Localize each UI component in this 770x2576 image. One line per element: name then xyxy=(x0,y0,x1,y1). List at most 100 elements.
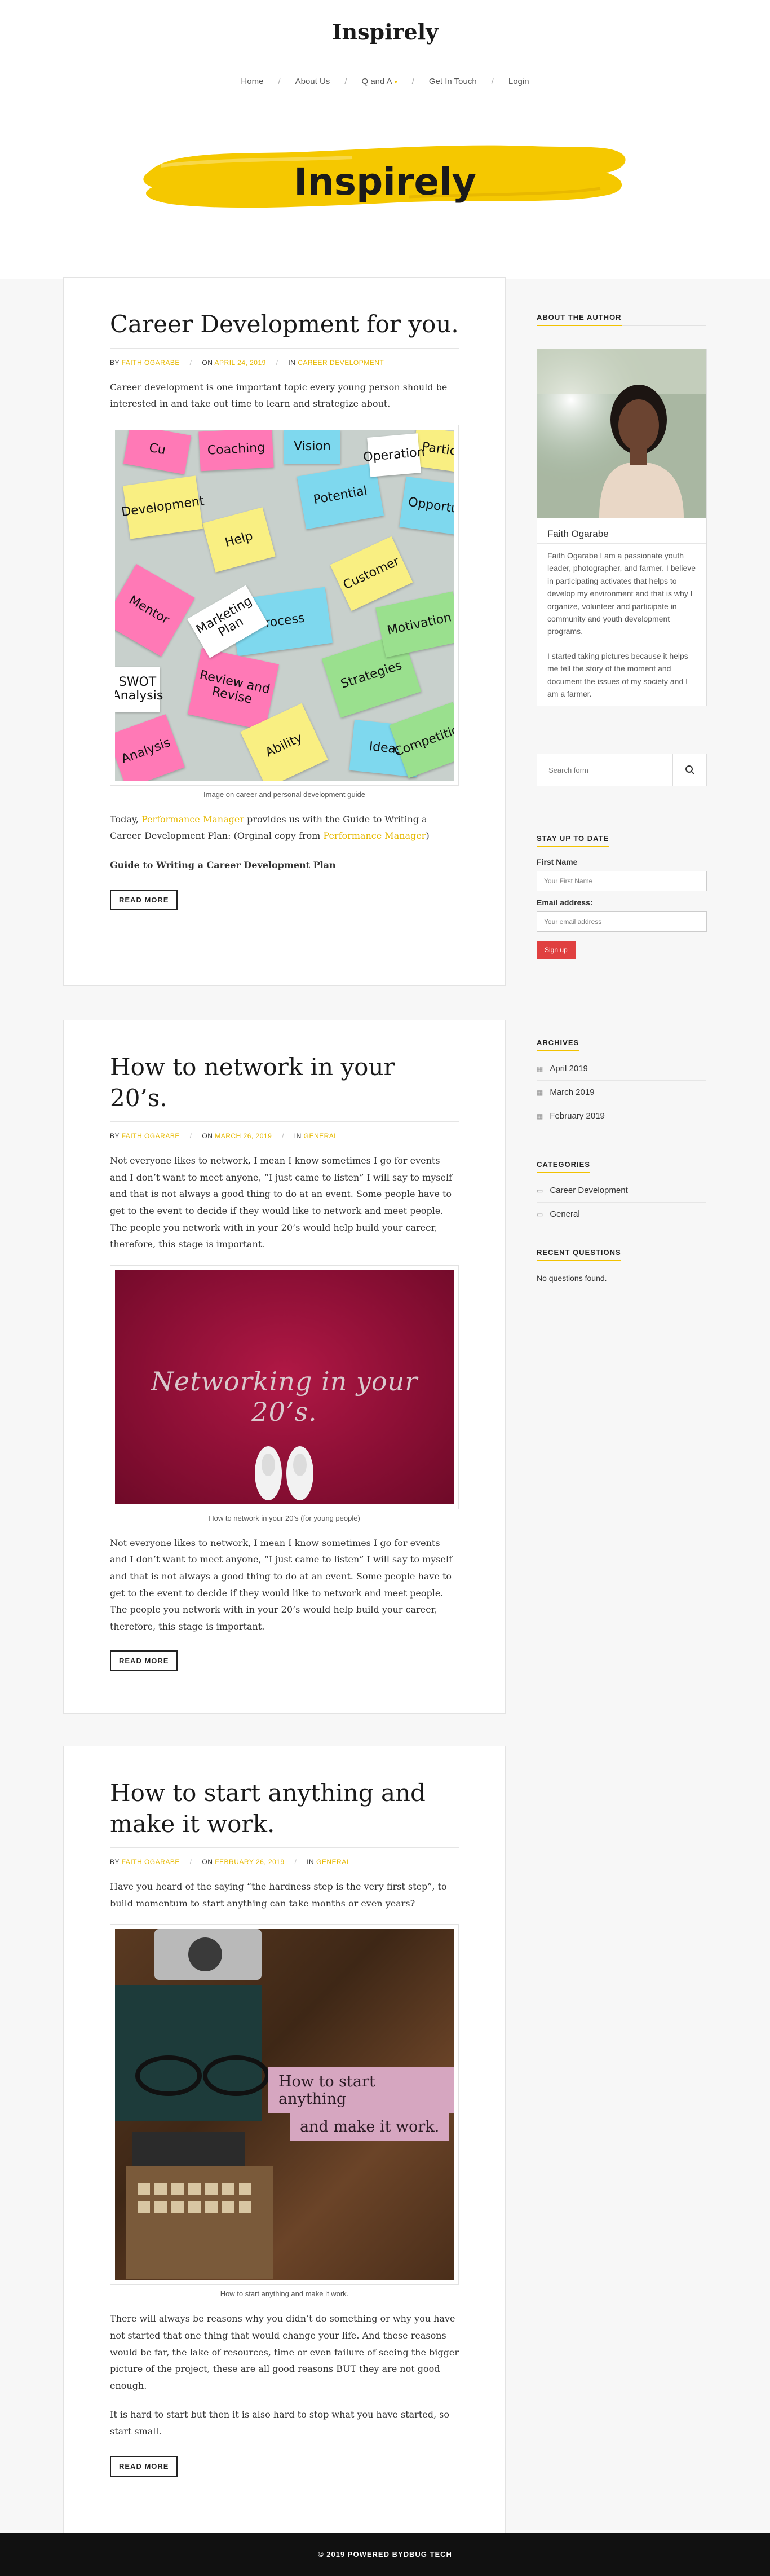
sticky-note: Cu xyxy=(123,429,192,474)
post-paragraph: Have you heard of the saying “the hardne… xyxy=(110,1881,447,1909)
text-span: Today, xyxy=(110,813,141,825)
post-author-link[interactable]: FAITH OGARABE xyxy=(122,1858,180,1866)
search-icon[interactable] xyxy=(685,765,695,775)
archives-list: ▦ April 2019 ▦ March 2019 ▦ February 2019 xyxy=(537,1057,706,1128)
meta-separator: / xyxy=(294,1858,297,1866)
post-category-link[interactable]: CAREER DEVELOPMENT xyxy=(298,359,384,367)
post-author-link[interactable]: FAITH OGARABE xyxy=(122,359,180,367)
widget-title: RECENT QUESTIONS xyxy=(537,1248,621,1261)
post-title[interactable]: How to network in your 20’s. xyxy=(110,1052,459,1113)
sneakers-graphic xyxy=(255,1446,313,1500)
nav-separator: / xyxy=(278,76,281,86)
start-anything-image: How to start anything and make it work. xyxy=(115,1929,454,2280)
archive-item-label[interactable]: February 2019 xyxy=(550,1111,605,1121)
sticky-note: Coaching xyxy=(198,429,274,472)
post-paragraph: It is hard to start but then it is also … xyxy=(110,2409,449,2437)
sticky-note: SWOT Analysis xyxy=(115,666,163,712)
archive-item[interactable]: ▦ March 2019 xyxy=(537,1081,706,1104)
author-bio: I started taking pictures because it hel… xyxy=(537,643,706,706)
text-span: ) xyxy=(426,830,430,842)
post-figure: Networking in your 20’s. xyxy=(110,1265,459,1509)
author-bio: Faith Ogarabe I am a passionate youth le… xyxy=(547,551,696,636)
meta-separator: / xyxy=(276,358,278,367)
sticky-note: Opportu xyxy=(399,476,454,535)
category-item-label[interactable]: General xyxy=(550,1209,579,1219)
folder-icon: ▭ xyxy=(537,1186,543,1195)
post-date-link[interactable]: APRIL 24, 2019 xyxy=(215,359,266,367)
sticky-note: Mentor xyxy=(115,563,195,657)
post-card: How to network in your 20’s. BY FAITH OG… xyxy=(63,1020,506,1714)
nav-item-home[interactable]: Home xyxy=(241,77,263,86)
meta-by-label: BY xyxy=(110,1858,120,1866)
image-text-banner-1: How to start anything xyxy=(268,2067,454,2114)
nav-separator: / xyxy=(491,76,494,86)
post-paragraph: There will always be reasons why you did… xyxy=(110,2313,459,2391)
calendar-icon: ▦ xyxy=(537,1088,543,1097)
read-more-button[interactable]: READ MORE xyxy=(110,2455,178,2477)
nav-separator: / xyxy=(344,76,347,86)
post-category-link[interactable]: GENERAL xyxy=(304,1132,338,1140)
post-figure: Coaching Help Potential Customer Process Revi… xyxy=(110,424,459,786)
sticky-note: Review and Revise xyxy=(188,648,279,731)
post-category-link[interactable]: GENERAL xyxy=(316,1858,351,1866)
folder-icon: ▭ xyxy=(537,1210,543,1218)
meta-on-label: ON xyxy=(202,358,213,367)
networking-image-text: Networking in your 20’s. xyxy=(151,1366,418,1427)
archive-item[interactable]: ▦ February 2019 xyxy=(537,1104,706,1128)
nav-item-login[interactable]: Login xyxy=(508,77,529,86)
widget-title: ABOUT THE AUTHOR xyxy=(537,313,622,326)
nav-item-qanda-wrap[interactable]: Q and A ▾ xyxy=(361,77,397,86)
meta-in-label: IN xyxy=(288,358,296,367)
chevron-down-icon[interactable]: ▾ xyxy=(395,80,397,86)
sticky-note: Customer xyxy=(330,536,413,611)
nav-item-qanda[interactable]: Q and A xyxy=(361,77,392,86)
main-nav: Home / About Us / Q and A ▾ / Get In Touc… xyxy=(0,64,770,98)
archive-item-label[interactable]: April 2019 xyxy=(550,1064,588,1073)
sticky-note: Operation xyxy=(362,433,426,477)
widget-title: CATEGORIES xyxy=(537,1160,590,1173)
performance-manager-link[interactable]: Performance Manager xyxy=(323,830,426,841)
nav-item-about[interactable]: About Us xyxy=(295,77,330,86)
post-paragraph: Not everyone likes to network, I mean I … xyxy=(110,1155,453,1250)
archive-item[interactable]: ▦ April 2019 xyxy=(537,1057,706,1081)
post-title[interactable]: Career Development for you. xyxy=(110,309,459,340)
category-item-label[interactable]: Career Development xyxy=(550,1186,627,1195)
search-button[interactable] xyxy=(672,754,706,786)
nav-separator: / xyxy=(411,76,414,86)
meta-by-label: BY xyxy=(110,1132,120,1141)
post-date-link[interactable]: MARCH 26, 2019 xyxy=(215,1132,272,1140)
calendar-icon: ▦ xyxy=(537,1112,543,1120)
widget-title: STAY UP TO DATE xyxy=(537,834,609,847)
site-title[interactable]: Inspirely xyxy=(332,0,439,45)
networking-image: Networking in your 20’s. xyxy=(115,1270,454,1504)
meta-in-label: IN xyxy=(294,1132,302,1141)
sticky-note: Help xyxy=(202,507,276,573)
search-input[interactable] xyxy=(537,754,672,786)
post-title[interactable]: How to start anything and make it work. xyxy=(110,1778,459,1839)
email-field[interactable] xyxy=(537,911,707,932)
first-name-field[interactable] xyxy=(537,871,707,891)
no-questions-text: No questions found. xyxy=(537,1274,607,1283)
read-more-button[interactable]: READ MORE xyxy=(110,889,178,910)
archives-widget: ARCHIVES ▦ April 2019 ▦ March 2019 ▦ Februa… xyxy=(537,1024,706,1128)
widget-title: ARCHIVES xyxy=(537,1038,579,1051)
calendar-icon: ▦ xyxy=(537,1064,543,1073)
categories-list: ▭ Career Development ▭ General xyxy=(537,1179,706,1226)
meta-separator: / xyxy=(189,1858,192,1866)
image-caption: How to start anything and make it work. xyxy=(220,2289,349,2298)
post-date-link[interactable]: FEBRUARY 26, 2019 xyxy=(215,1858,284,1866)
archive-item-label[interactable]: March 2019 xyxy=(550,1087,594,1097)
meta-on-label: ON xyxy=(202,1858,213,1866)
performance-manager-link[interactable]: Performance Manager xyxy=(141,814,244,825)
hero-banner: Inspirely xyxy=(0,98,770,279)
nav-item-contact[interactable]: Get In Touch xyxy=(429,77,477,86)
category-item[interactable]: ▭ Career Development xyxy=(537,1179,706,1203)
meta-separator: / xyxy=(189,1132,192,1141)
post-author-link[interactable]: FAITH OGARABE xyxy=(122,1132,180,1140)
sign-up-button[interactable]: Sign up xyxy=(537,941,576,959)
category-item[interactable]: ▭ General xyxy=(537,1203,706,1226)
read-more-button[interactable]: READ MORE xyxy=(110,1650,178,1672)
post-subheading: Guide to Writing a Career Development Pl… xyxy=(110,859,336,870)
first-name-label: First Name xyxy=(537,857,578,866)
post-meta: BY FAITH OGARABE / ON APRIL 24, 2019 / I… xyxy=(110,347,459,367)
